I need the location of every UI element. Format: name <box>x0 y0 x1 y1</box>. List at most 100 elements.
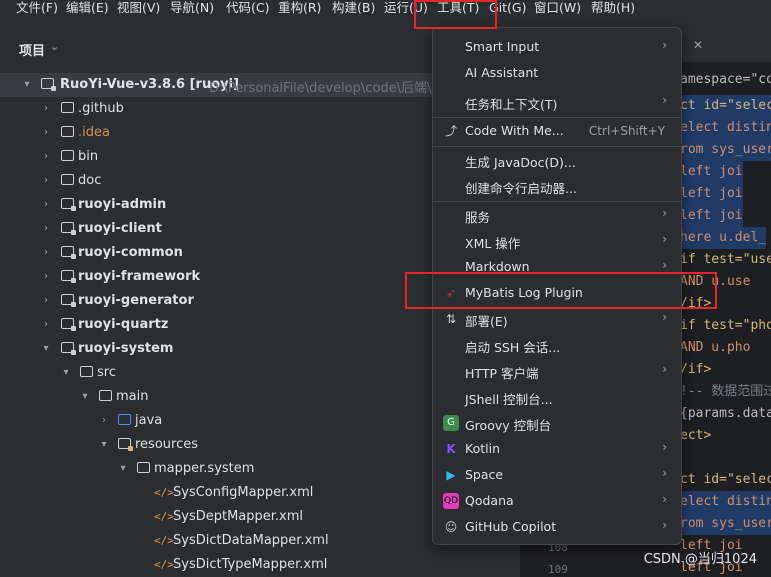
deploy-icon: ⇅ <box>445 312 457 326</box>
tree-label: ruoyi-admin <box>78 197 167 212</box>
menu-file[interactable]: 文件(F) <box>16 0 58 17</box>
menu-refactor[interactable]: 重构(R) <box>278 0 321 17</box>
highlight-box-mybatis-item <box>405 272 717 309</box>
menu-item-label: XML 操作 <box>465 236 521 251</box>
menu-item-ai-assistant[interactable]: AI Assistant <box>433 60 681 86</box>
code-line: /if> <box>680 362 712 377</box>
tree-label: resources <box>135 437 199 452</box>
tree-label: main <box>116 389 149 404</box>
menu-code[interactable]: 代码(C) <box>226 0 269 17</box>
module-folder-icon <box>41 78 56 91</box>
highlight-box-tools-menu <box>414 0 497 29</box>
tree-label: ruoyi-common <box>78 245 183 260</box>
chevron-right-icon[interactable]: › <box>41 199 51 211</box>
menu-item-xml-actions[interactable]: XML 操作 › <box>433 228 681 254</box>
code-line: AND u.pho <box>680 340 751 355</box>
code-line: left joi <box>680 183 743 205</box>
xml-file-icon: </> <box>154 486 174 499</box>
folder-icon <box>137 462 150 473</box>
chevron-right-icon: › <box>662 258 667 272</box>
share-icon: ⤴ <box>444 124 457 138</box>
project-panel-title[interactable]: 项目 <box>19 40 45 59</box>
chevron-right-icon[interactable]: › <box>41 271 51 283</box>
chevron-right-icon[interactable]: › <box>41 223 51 235</box>
menu-item-label: 任务和上下文(T) <box>465 97 558 112</box>
chevron-down-icon[interactable]: ▾ <box>99 439 109 451</box>
menu-navigate[interactable]: 导航(N) <box>170 0 214 17</box>
module-folder-icon <box>61 270 76 283</box>
chevron-right-icon[interactable]: › <box>41 295 51 307</box>
menu-edit[interactable]: 编辑(E) <box>66 0 109 17</box>
menu-item-label: 服务 <box>465 210 491 225</box>
module-folder-icon <box>61 222 76 235</box>
menu-item-jshell-console[interactable]: JShell 控制台... <box>433 384 681 410</box>
menu-item-label: Smart Input <box>465 39 540 54</box>
menu-item-label: JShell 控制台... <box>465 392 553 407</box>
chevron-right-icon[interactable]: › <box>41 319 51 331</box>
menu-item-generate-javadoc[interactable]: 生成 JavaDoc(D)... <box>433 147 681 173</box>
menu-item-code-with-me[interactable]: ⤴ Code With Me... Ctrl+Shift+Y <box>433 118 681 144</box>
menu-build[interactable]: 构建(B) <box>332 0 375 17</box>
chevron-down-icon[interactable]: ⌄ <box>50 40 59 53</box>
menu-item-http-client[interactable]: HTTP 客户端 › <box>433 358 681 384</box>
menu-item-groovy-console[interactable]: G Groovy 控制台 <box>433 410 681 436</box>
menu-item-shortcut: Ctrl+Shift+Y <box>588 124 665 138</box>
chevron-down-icon[interactable]: ▾ <box>61 367 71 379</box>
copilot-icon: ☺ <box>444 520 458 534</box>
menu-item-qodana[interactable]: QD Qodana › <box>433 488 681 514</box>
menu-view[interactable]: 视图(V) <box>117 0 160 17</box>
menu-item-deploy[interactable]: ⇅ 部署(E) › <box>433 306 681 332</box>
menu-item-tasks-context[interactable]: 任务和上下文(T) › <box>433 89 681 115</box>
menu-bar: 文件(F) 编辑(E) 视图(V) 导航(N) 代码(C) 重构(R) 构建(B… <box>0 0 771 17</box>
chevron-right-icon[interactable]: › <box>41 175 51 187</box>
chevron-down-icon[interactable]: ▾ <box>118 463 128 475</box>
menu-item-create-launcher[interactable]: 创建命令行启动器... <box>433 173 681 199</box>
folder-icon <box>61 174 74 185</box>
tree-label: ruoyi-generator <box>78 293 194 308</box>
menu-window[interactable]: 窗口(W) <box>534 0 581 17</box>
folder-icon <box>61 150 74 161</box>
code-line: amespace="co <box>680 72 771 87</box>
menu-item-label: AI Assistant <box>465 65 539 80</box>
chevron-right-icon[interactable]: › <box>41 151 51 163</box>
code-line: if test="use <box>680 252 771 267</box>
tree-label: SysDictTypeMapper.xml <box>173 557 328 572</box>
chevron-down-icon[interactable]: ▾ <box>41 343 51 355</box>
chevron-right-icon: › <box>662 440 667 454</box>
code-line: rom sys_user <box>680 513 771 535</box>
tree-label: mapper.system <box>154 461 255 476</box>
menu-item-kotlin[interactable]: K Kotlin › <box>433 436 681 462</box>
tree-label: .idea <box>78 125 110 140</box>
chevron-down-icon[interactable]: ▾ <box>80 391 90 403</box>
chevron-right-icon[interactable]: › <box>99 415 109 427</box>
chevron-right-icon: › <box>662 232 667 246</box>
chevron-right-icon[interactable]: › <box>41 127 51 139</box>
tree-label: bin <box>78 149 99 164</box>
code-line: left joi <box>680 161 743 183</box>
folder-icon <box>80 366 93 377</box>
chevron-right-icon[interactable]: › <box>41 103 51 115</box>
menu-item-label: Kotlin <box>465 441 500 456</box>
chevron-right-icon: › <box>662 93 667 107</box>
module-folder-icon <box>61 294 76 307</box>
line-number: 109 <box>548 563 568 576</box>
menu-item-space[interactable]: ▶ Space › <box>433 462 681 488</box>
tree-row[interactable]: </> SysDictTypeMapper.xml <box>0 553 520 577</box>
module-folder-icon <box>61 198 76 211</box>
menu-help[interactable]: 帮助(H) <box>591 0 635 17</box>
chevron-right-icon: › <box>662 206 667 220</box>
code-line: elect distin <box>680 491 771 513</box>
close-icon[interactable]: ✕ <box>693 38 703 52</box>
kotlin-icon: K <box>446 442 456 456</box>
chevron-right-icon[interactable]: › <box>41 247 51 259</box>
menu-item-services[interactable]: 服务 › <box>433 202 681 228</box>
tree-label: java <box>135 413 163 428</box>
chevron-right-icon: › <box>662 518 667 532</box>
tree-label: ruoyi-client <box>78 221 162 236</box>
menu-item-smart-input[interactable]: Smart Input › <box>433 34 681 60</box>
menu-item-github-copilot[interactable]: ☺ GitHub Copilot › <box>433 514 681 540</box>
menu-item-start-ssh[interactable]: 启动 SSH 会话... <box>433 332 681 358</box>
chevron-down-icon[interactable]: ▾ <box>22 79 32 91</box>
qodana-icon: QD <box>443 493 459 509</box>
groovy-icon: G <box>443 415 459 431</box>
